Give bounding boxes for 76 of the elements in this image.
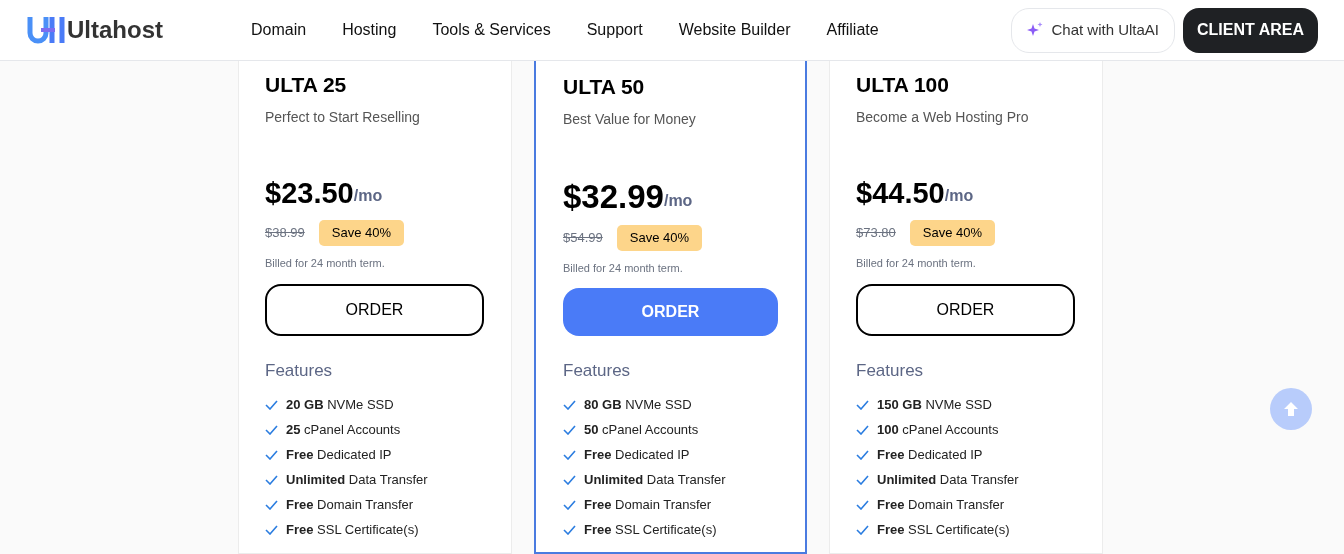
check-icon (265, 499, 278, 510)
order-button[interactable]: ORDER (563, 288, 778, 336)
feature-text: Free Dedicated IP (286, 445, 392, 464)
discount-badge: Save 40% (616, 225, 703, 251)
arrow-up-icon (1283, 401, 1299, 417)
discount-badge: Save 40% (318, 220, 405, 246)
nav-link[interactable]: Domain (251, 18, 307, 42)
feature-text: Free Dedicated IP (877, 445, 983, 464)
check-icon (563, 499, 576, 510)
sparkle-icon (1027, 22, 1044, 38)
features-heading: Features (856, 360, 925, 382)
chat-button[interactable]: Chat with UltaAI (1011, 7, 1176, 53)
feature-text: Free SSL Certificate(s) (584, 520, 717, 539)
check-icon (563, 524, 576, 535)
check-icon (856, 499, 869, 510)
check-icon (856, 399, 869, 410)
price-period: /mo (944, 187, 974, 204)
feature-text: Unlimited Data Transfer (286, 470, 428, 489)
old-price: $54.99 (563, 229, 603, 247)
check-icon (265, 474, 278, 485)
check-icon (856, 424, 869, 435)
logo-icon (27, 15, 65, 45)
order-button[interactable]: ORDER (265, 284, 484, 336)
check-icon (265, 399, 278, 410)
billing-note: Billed for 24 month term. (563, 260, 684, 276)
nav-link[interactable]: Website Builder (678, 18, 791, 42)
nav-link[interactable]: Tools & Services (432, 18, 551, 42)
price-period: /mo (353, 187, 383, 204)
check-icon (563, 424, 576, 435)
check-icon (856, 449, 869, 460)
feature-text: Free Domain Transfer (584, 495, 712, 514)
billing-note: Billed for 24 month term. (265, 255, 386, 271)
plan-tagline: Become a Web Hosting Pro (856, 108, 1030, 126)
check-icon (563, 474, 576, 485)
feature-text: 100 cPanel Accounts (877, 420, 999, 439)
price-period: /mo (663, 192, 693, 209)
plan-name: ULTA 25 (265, 72, 348, 98)
feature-text: 25 cPanel Accounts (286, 420, 401, 439)
order-button[interactable]: ORDER (856, 284, 1075, 336)
check-icon (563, 449, 576, 460)
nav-link[interactable]: Hosting (342, 18, 397, 42)
feature-text: Unlimited Data Transfer (877, 470, 1019, 489)
feature-text: 20 GB NVMe SSD (286, 395, 394, 414)
plan-price: $32.99 (563, 177, 664, 217)
check-icon (563, 399, 576, 410)
brand-name: Ultahost (67, 15, 163, 45)
plan-name: ULTA 50 (563, 74, 646, 100)
old-price: $38.99 (265, 224, 305, 242)
plan-tagline: Best Value for Money (563, 110, 697, 128)
feature-text: Free Domain Transfer (286, 495, 414, 514)
client-area-button[interactable]: CLIENT AREA (1183, 7, 1318, 53)
feature-text: Free Dedicated IP (584, 445, 690, 464)
check-icon (856, 474, 869, 485)
check-icon (856, 524, 869, 535)
feature-text: Free SSL Certificate(s) (877, 520, 1010, 539)
scroll-top-button[interactable] (1270, 388, 1312, 430)
billing-note: Billed for 24 month term. (856, 255, 977, 271)
nav-link[interactable]: Support (586, 18, 643, 42)
feature-text: Free Domain Transfer (877, 495, 1005, 514)
feature-text: 80 GB NVMe SSD (584, 395, 692, 414)
nav-link[interactable]: Affiliate (826, 18, 879, 42)
feature-text: 150 GB NVMe SSD (877, 395, 992, 414)
old-price: $73.80 (856, 224, 896, 242)
feature-text: Free SSL Certificate(s) (286, 520, 419, 539)
plan-price: $44.50 (856, 176, 945, 211)
features-heading: Features (563, 360, 632, 382)
features-heading: Features (265, 360, 334, 382)
plan-tagline: Perfect to Start Reselling (265, 108, 421, 126)
check-icon (265, 424, 278, 435)
discount-badge: Save 40% (909, 220, 996, 246)
plan-price: $23.50 (265, 176, 354, 211)
plan-name: ULTA 100 (856, 72, 950, 98)
feature-text: 50 cPanel Accounts (584, 420, 699, 439)
check-icon (265, 449, 278, 460)
check-icon (265, 524, 278, 535)
feature-text: Unlimited Data Transfer (584, 470, 726, 489)
